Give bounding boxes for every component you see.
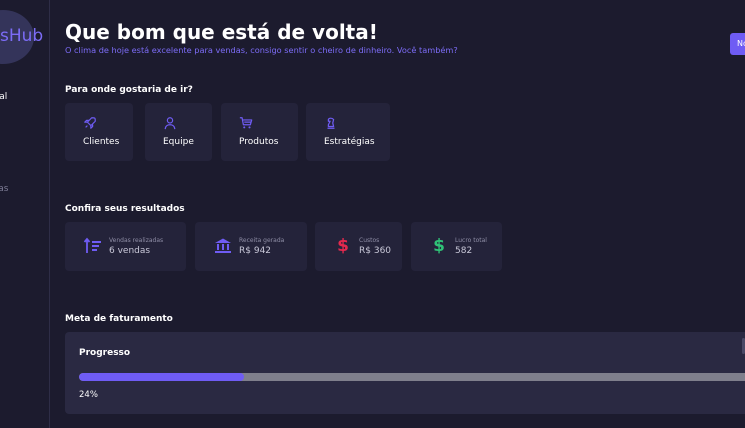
- stat-card-receita: Receita gerada R$ 942: [195, 222, 307, 271]
- user-icon: [164, 117, 176, 130]
- nav-card-estrategias[interactable]: Estratégias: [306, 103, 390, 161]
- nav-card-label: Estratégias: [324, 137, 375, 147]
- navigation-heading: Para onde gostaria de ir?: [65, 85, 193, 95]
- stat-label: Lucro total: [455, 237, 487, 244]
- page-title: Que bom que está de volta!: [65, 20, 378, 44]
- logo[interactable]: sHub: [0, 10, 43, 64]
- progress-card: Progresso 24%: [65, 332, 745, 414]
- page-subtitle: O clima de hoje está excelente para vend…: [65, 45, 458, 55]
- new-button[interactable]: No: [730, 33, 745, 55]
- rocket-icon: [84, 117, 96, 129]
- stat-value: R$ 360: [359, 246, 392, 256]
- sidebar-item-estrategias[interactable]: gias: [0, 184, 8, 194]
- chess-knight-icon: [327, 117, 335, 129]
- stat-label: Vendas realizadas: [109, 237, 164, 244]
- stat-card-custos: $ Custos R$ 360: [315, 222, 402, 271]
- nav-card-label: Equipe: [163, 137, 194, 147]
- sort-amount-icon: [83, 237, 101, 253]
- nav-card-label: Produtos: [239, 137, 279, 147]
- sidebar-item-label: gias: [0, 184, 9, 194]
- results-heading: Confira seus resultados: [65, 204, 185, 214]
- progress-bar-fill: [79, 373, 244, 381]
- dollar-icon: $: [433, 236, 445, 256]
- logo-text: sHub: [0, 26, 44, 46]
- sidebar-item-geral[interactable]: eral: [0, 92, 7, 102]
- stat-value: 6 vendas: [109, 246, 151, 256]
- bank-icon: [215, 238, 231, 253]
- stat-value: R$ 942: [239, 246, 272, 256]
- stat-label: Custos: [359, 237, 380, 244]
- progress-percent: 24%: [79, 390, 98, 400]
- progress-bar: [79, 373, 745, 381]
- stat-label: Receita gerada: [239, 237, 285, 244]
- nav-card-label: Clientes: [83, 137, 120, 147]
- nav-card-produtos[interactable]: Produtos: [221, 103, 298, 161]
- nav-card-equipe[interactable]: Equipe: [145, 103, 212, 161]
- progress-label: Progresso: [79, 348, 131, 358]
- goal-heading: Meta de faturamento: [65, 314, 173, 324]
- stat-card-lucro: $ Lucro total 582: [411, 222, 502, 271]
- shopping-cart-icon: [239, 117, 253, 129]
- stat-card-vendas: Vendas realizadas 6 vendas: [65, 222, 186, 271]
- sidebar: sHub eral os gias: [0, 0, 50, 428]
- nav-card-clientes[interactable]: Clientes: [65, 103, 133, 161]
- stat-value: 582: [455, 246, 473, 256]
- sidebar-item-label: eral: [0, 92, 8, 102]
- dollar-icon: $: [337, 236, 349, 256]
